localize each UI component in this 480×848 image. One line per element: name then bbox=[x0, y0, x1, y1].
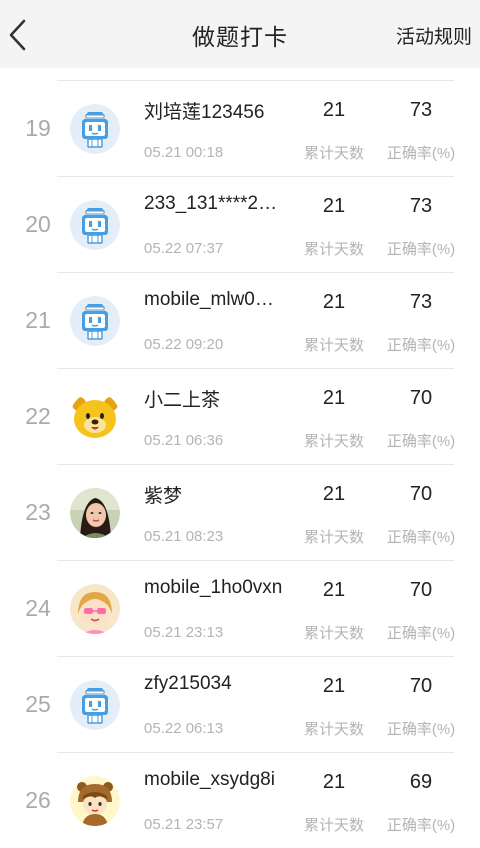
total-days-label: 累计天数 bbox=[303, 145, 364, 162]
robot-avatar[interactable] bbox=[70, 296, 120, 346]
accuracy-value: 73 bbox=[409, 99, 433, 121]
total-days-value: 21 bbox=[322, 195, 346, 217]
total-days-label: 累计天数 bbox=[303, 625, 364, 642]
list-item[interactable]: 19 刘培莲123456 05.21 00:18 21 累计天数 73 正确率(%) bbox=[0, 81, 480, 177]
checkin-time: 05.21 23:57 bbox=[144, 816, 224, 833]
rank-number: 26 bbox=[25, 787, 51, 813]
top-bar: 做题打卡 活动规则 bbox=[0, 0, 480, 68]
total-days-value: 21 bbox=[322, 483, 346, 505]
total-days-label: 累计天数 bbox=[303, 241, 364, 258]
total-days-label: 累计天数 bbox=[303, 529, 364, 546]
total-days-value: 21 bbox=[322, 99, 346, 121]
accuracy-label: 正确率(%) bbox=[386, 721, 456, 738]
checkin-time: 05.21 08:23 bbox=[144, 528, 224, 545]
user-name[interactable]: mobile_xsydg8i bbox=[144, 769, 296, 791]
list-item[interactable]: 23 紫梦 05.21 08:23 21 累计天数 70 正确率(%) bbox=[0, 465, 480, 561]
total-days-label: 累计天数 bbox=[303, 433, 364, 450]
total-days-value: 21 bbox=[322, 675, 346, 697]
checkin-time: 05.21 00:18 bbox=[144, 144, 224, 161]
accuracy-label: 正确率(%) bbox=[386, 241, 456, 258]
user-name[interactable]: mobile_mlw0… bbox=[144, 289, 296, 311]
list-item[interactable]: 22 小二上茶 05.21 06:36 21 累计天数 70 正确率(%) bbox=[0, 369, 480, 465]
rank-number: 25 bbox=[25, 691, 51, 717]
accuracy-value: 70 bbox=[409, 675, 433, 697]
accuracy-label: 正确率(%) bbox=[386, 433, 456, 450]
total-days-value: 21 bbox=[322, 387, 346, 409]
accuracy-label: 正确率(%) bbox=[386, 529, 456, 546]
list-item[interactable]: 21 mobile_mlw0… 05.22 09:20 21 累计天数 73 正确率(%) bbox=[0, 273, 480, 369]
rank-number: 20 bbox=[25, 211, 51, 237]
accuracy-value: 73 bbox=[409, 195, 433, 217]
checkin-time: 05.22 09:20 bbox=[144, 336, 224, 353]
accuracy-label: 正确率(%) bbox=[386, 337, 456, 354]
user-name[interactable]: 233_131****2… bbox=[144, 193, 296, 215]
list-item[interactable]: 24 mobile_1ho0vxn 05.21 23:13 21 累计天数 70 正确率(… bbox=[0, 561, 480, 657]
costume-avatar[interactable] bbox=[70, 776, 120, 826]
user-name[interactable]: 刘培莲123456 bbox=[144, 97, 296, 124]
ranking-list[interactable]: 19 刘培莲123456 05.21 00:18 21 累计天数 73 正确率(%) 20 … bbox=[0, 68, 480, 848]
rank-number: 22 bbox=[25, 403, 51, 429]
checkin-time: 05.22 06:13 bbox=[144, 720, 224, 737]
user-name[interactable]: zfy215034 bbox=[144, 673, 296, 695]
total-days-value: 21 bbox=[322, 579, 346, 601]
total-days-label: 累计天数 bbox=[303, 817, 364, 834]
total-days-value: 21 bbox=[322, 771, 346, 793]
list-item[interactable]: 26 mobile_xsydg8i 05.21 23:57 21 累计天数 69 正确率(… bbox=[0, 753, 480, 848]
total-days-value: 21 bbox=[322, 291, 346, 313]
user-name[interactable]: 紫梦 bbox=[144, 481, 296, 508]
accuracy-label: 正确率(%) bbox=[386, 817, 456, 834]
checkin-time: 05.21 23:13 bbox=[144, 624, 224, 641]
checkin-time: 05.22 07:37 bbox=[144, 240, 224, 257]
accuracy-value: 70 bbox=[409, 387, 433, 409]
rank-number: 23 bbox=[25, 499, 51, 525]
girl-avatar[interactable] bbox=[70, 584, 120, 634]
accuracy-value: 70 bbox=[409, 579, 433, 601]
accuracy-label: 正确率(%) bbox=[386, 625, 456, 642]
robot-avatar[interactable] bbox=[70, 680, 120, 730]
list-item[interactable]: 20 233_131****2… 05.22 07:37 21 累计天数 73 正确率(%… bbox=[0, 177, 480, 273]
user-name[interactable]: mobile_1ho0vxn bbox=[144, 577, 296, 599]
robot-avatar[interactable] bbox=[70, 200, 120, 250]
rank-number: 24 bbox=[25, 595, 51, 621]
accuracy-value: 70 bbox=[409, 483, 433, 505]
accuracy-label: 正确率(%) bbox=[386, 145, 456, 162]
accuracy-value: 73 bbox=[409, 291, 433, 313]
rank-number: 19 bbox=[25, 115, 51, 141]
user-name[interactable]: 小二上茶 bbox=[144, 385, 296, 412]
total-days-label: 累计天数 bbox=[303, 721, 364, 738]
robot-avatar[interactable] bbox=[70, 104, 120, 154]
accuracy-value: 69 bbox=[409, 771, 433, 793]
activity-rules-link[interactable]: 活动规则 bbox=[396, 22, 472, 49]
checkin-time: 05.21 06:36 bbox=[144, 432, 224, 449]
total-days-label: 累计天数 bbox=[303, 337, 364, 354]
list-item[interactable]: 25 zfy215034 05.22 06:13 21 累计天数 70 正确率(%) bbox=[0, 657, 480, 753]
rank-number: 21 bbox=[25, 307, 51, 333]
bear-avatar[interactable] bbox=[70, 392, 120, 442]
photo-avatar[interactable] bbox=[70, 488, 120, 538]
